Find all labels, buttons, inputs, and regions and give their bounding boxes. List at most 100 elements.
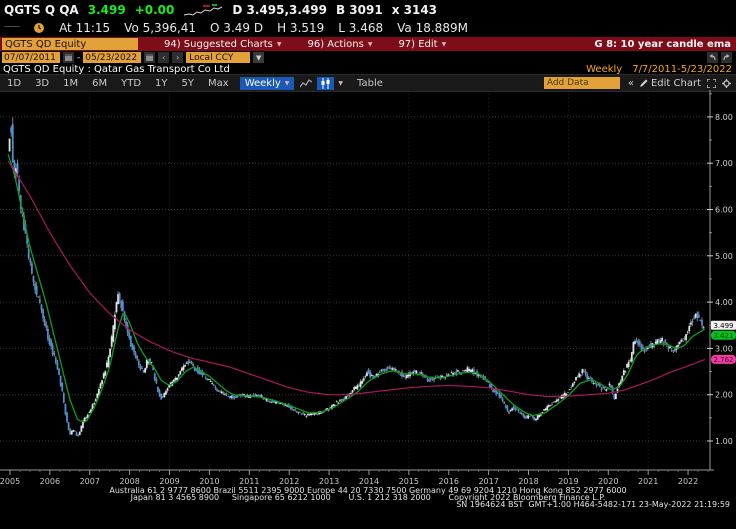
bid-ask-quote: D 3.495,3.499 (232, 3, 327, 17)
value-traded: Va 18.889M (397, 21, 468, 35)
quote-time: At 11:15 (59, 21, 110, 35)
ticker-symbol: QGTS Q QA (4, 3, 79, 17)
x-axis-labels: 2005 2006 2007 2008 2009 2010 2011 2012 2013 2014… (0, 470, 708, 486)
axes (0, 90, 714, 470)
svg-text:5.00: 5.00 (715, 252, 733, 261)
delayed-clock-icon (33, 22, 45, 34)
dots-decoration: ┄┄┄ (4, 22, 19, 33)
range-tab-5y[interactable]: 5Y (175, 78, 201, 89)
svg-text:2010: 2010 (199, 477, 219, 486)
edit-chart-button[interactable]: Edit Chart (640, 78, 701, 89)
date-range-label: 7/7/2011-5/23/2022 (632, 64, 732, 75)
command-bar: 94) Suggested Charts ▼ 96) Actions ▼ 97)… (0, 37, 736, 51)
currency-dropdown-icon[interactable]: ▼ (253, 52, 264, 63)
y-axis-labels: 1.00 2.00 3.00 4.00 5.00 6.00 7.00 8.00 (707, 94, 733, 446)
svg-text:2007: 2007 (80, 477, 100, 486)
volume: Vo 5,396,41 (124, 21, 196, 35)
svg-text:2013: 2013 (319, 477, 339, 486)
svg-text:2.00: 2.00 (715, 391, 733, 400)
footer-session-info: SN 1964624 BST GMT+1:00 H464-5482-171 23… (0, 501, 736, 508)
table-view-button[interactable]: Table (357, 78, 383, 89)
price-chart[interactable]: 1.00 2.00 3.00 4.00 5.00 6.00 7.00 8.00 2005 2006… (0, 90, 736, 487)
step-back-button[interactable]: ‹ (158, 52, 169, 63)
svg-text:2011: 2011 (239, 477, 259, 486)
pencil-icon (640, 79, 648, 87)
gridlines (0, 90, 710, 470)
step-forward-button[interactable]: › (172, 52, 183, 63)
sparkline-icon (183, 4, 223, 17)
svg-text:2018: 2018 (518, 477, 538, 486)
range-tab-max[interactable]: Max (201, 78, 236, 89)
bloomberg-terminal: QGTS Q QA 3.499 +0.00 D 3.495,3.499 B 30… (0, 0, 736, 529)
svg-text:2008: 2008 (119, 477, 139, 486)
calendar-icon[interactable] (144, 52, 155, 63)
currency-select[interactable]: Local CCY (186, 52, 250, 63)
quote-line-2: ┄┄┄ At 11:15 Vo 5,396,41 O 3.49 D H 3.51… (0, 20, 736, 35)
undo-icon[interactable] (707, 52, 718, 63)
svg-text:4.00: 4.00 (715, 298, 733, 307)
bid-size: B 3091 (336, 3, 383, 17)
svg-text:2012: 2012 (279, 477, 299, 486)
frequency-dropdown[interactable]: Weekly ▼ (240, 77, 295, 90)
range-tab-1m[interactable]: 1M (56, 78, 85, 89)
svg-text:2005: 2005 (0, 477, 20, 486)
svg-text:1.00: 1.00 (715, 437, 733, 446)
svg-text:8.00: 8.00 (715, 113, 733, 122)
svg-text:7.00: 7.00 (715, 159, 733, 168)
line-chart-type-button[interactable] (297, 77, 314, 90)
svg-text:2014: 2014 (359, 477, 379, 486)
security-input[interactable] (2, 38, 138, 50)
svg-text:2019: 2019 (558, 477, 578, 486)
menu-edit[interactable]: 97) Edit ▼ (398, 39, 446, 50)
open-price: O 3.49 D (210, 21, 263, 35)
collapse-panel-icon[interactable]: « (628, 78, 634, 89)
chevron-down-icon: ▼ (277, 41, 282, 48)
svg-text:2017: 2017 (478, 477, 498, 486)
range-tab-ytd[interactable]: YTD (114, 78, 148, 89)
ema-short-badge: 3.421 (711, 331, 736, 340)
price-change: +0.00 (135, 3, 175, 17)
range-tab-3d[interactable]: 3D (28, 78, 56, 89)
svg-text:3.00: 3.00 (715, 344, 733, 353)
chevron-down-icon: ▼ (442, 41, 447, 48)
frequency-label: Weekly (586, 64, 622, 75)
menu-actions[interactable]: 96) Actions ▼ (307, 39, 372, 50)
svg-text:3.499: 3.499 (713, 322, 733, 330)
settings-gear-icon[interactable] (722, 79, 731, 88)
date-separator: - (77, 53, 80, 63)
end-date-field[interactable] (83, 52, 141, 63)
ema-long-badge: 2.762 (711, 355, 736, 364)
candle-chart-type-button[interactable] (317, 77, 334, 90)
quote-line-1: QGTS Q QA 3.499 +0.00 D 3.495,3.499 B 30… (0, 2, 736, 18)
svg-text:2016: 2016 (439, 477, 459, 486)
svg-text:2015: 2015 (399, 477, 419, 486)
svg-text:2009: 2009 (159, 477, 179, 486)
svg-text:2.762: 2.762 (713, 356, 733, 364)
svg-text:3.421: 3.421 (713, 332, 733, 340)
chart-type-dropdown-icon[interactable]: ▼ (338, 80, 343, 87)
ema-short-line (8, 154, 705, 422)
svg-text:2022: 2022 (678, 477, 698, 486)
ema-long-line (8, 161, 705, 397)
range-tab-1y[interactable]: 1Y (148, 78, 174, 89)
svg-text:6.00: 6.00 (715, 206, 733, 215)
expand-icon[interactable] (707, 79, 716, 88)
high-price: H 3.519 (277, 21, 324, 35)
chart-template-name: G 8: 10 year candle ema (594, 39, 736, 50)
low-price: L 3.468 (338, 21, 383, 35)
svg-text:2006: 2006 (40, 477, 60, 486)
svg-text:2021: 2021 (638, 477, 658, 486)
range-tab-6m[interactable]: 6M (85, 78, 114, 89)
calendar-icon[interactable] (63, 52, 74, 63)
last-price: 3.499 (88, 3, 126, 17)
chevron-down-icon: ▼ (368, 41, 373, 48)
add-data-input[interactable] (544, 77, 620, 89)
start-date-field[interactable] (2, 52, 60, 63)
ask-size: x 3143 (392, 3, 437, 17)
redo-icon[interactable] (721, 52, 732, 63)
menu-suggested-charts[interactable]: 94) Suggested Charts ▼ (164, 39, 281, 50)
range-tab-1d[interactable]: 1D (0, 78, 28, 89)
candlestick-series (9, 117, 705, 436)
svg-text:2020: 2020 (598, 477, 618, 486)
chevron-down-icon: ▼ (285, 80, 290, 87)
